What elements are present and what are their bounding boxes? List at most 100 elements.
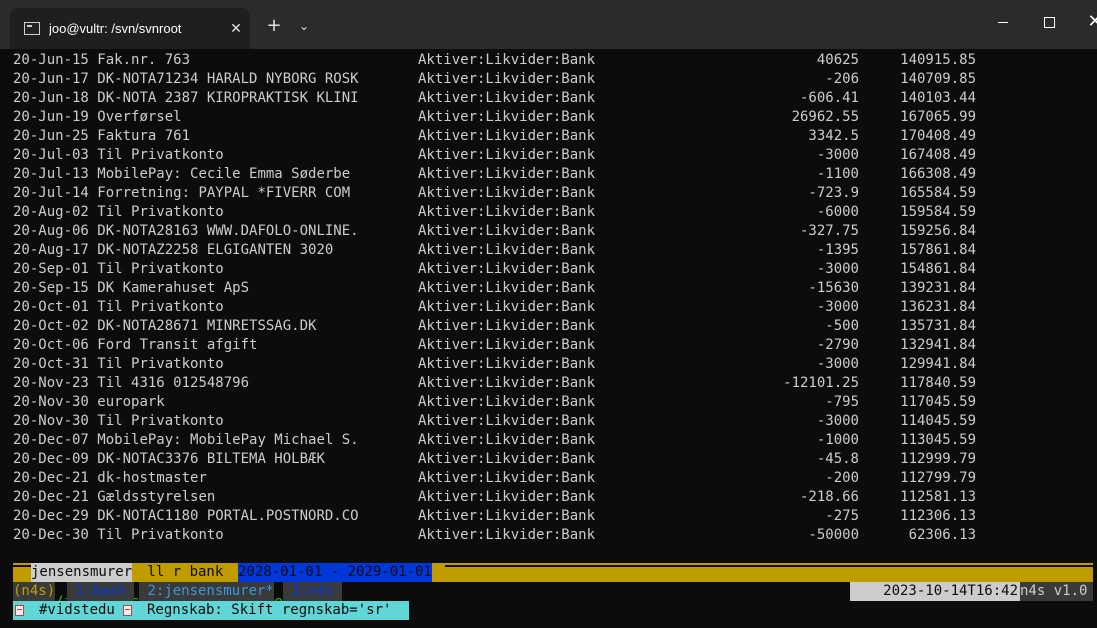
ledger-account: Aktiver:Likvider:Bank (418, 223, 596, 239)
ledger-description: Til 4316 012548796 (97, 375, 250, 391)
ledger-description: DK-NOTA28163 WWW.DAFOLO-ONLINE. (97, 223, 359, 239)
ledger-balance: 129941.84 (900, 356, 976, 372)
ledger-date-desc: 20-Oct-31 Til Privatkonto (13, 355, 224, 374)
maximize-button[interactable] (1026, 6, 1072, 38)
ledger-date-desc: 20-Jun-17 DK-NOTA71234 HARALD NYBORG ROS… (13, 70, 359, 89)
chevron-down-icon[interactable]: ⌄ (294, 14, 314, 38)
ledger-date: 20-Jul-03 (13, 147, 89, 163)
ledger-date: 20-Jun-15 (13, 52, 89, 68)
ledger-description: dk-hostmaster (97, 470, 207, 486)
ledger-date-desc: 20-Aug-06 DK-NOTA28163 WWW.DAFOLO-ONLINE… (13, 222, 359, 241)
ledger-amount: 26962.55 (791, 109, 859, 125)
ledger-amount: -45.8 (816, 451, 859, 467)
ledger-account: Aktiver:Likvider:Bank (418, 375, 596, 391)
ledger-amount: -3000 (816, 261, 859, 277)
ledger-amount: -6000 (816, 204, 859, 220)
ledger-account: Aktiver:Likvider:Bank (418, 356, 596, 372)
ledger-date: 20-Oct-02 (13, 318, 89, 334)
status-datetime: 2023-10-14T16:42 (850, 582, 1020, 601)
ledger-balance: 112799.79 (900, 470, 976, 486)
ledger-date: 20-Aug-17 (13, 242, 89, 258)
ledger-date-desc: 20-Dec-21 Gældsstyrelsen (13, 488, 215, 507)
ledger-date: 20-Dec-09 (13, 451, 89, 467)
ledger-amount: -606.41 (799, 90, 859, 106)
ledger-account: Aktiver:Likvider:Bank (418, 261, 596, 277)
ledger-date: 20-Dec-07 (13, 432, 89, 448)
ledger-amount: -3000 (816, 147, 859, 163)
ledger-date: 20-Nov-23 (13, 375, 89, 391)
ledger-date-desc: 20-Oct-06 Ford Transit afgift (13, 336, 257, 355)
tmux-window-2[interactable]: 2:jensensmurer* (139, 582, 274, 601)
ledger-account: Aktiver:Likvider:Bank (418, 432, 596, 448)
ledger-balance: 170408.49 (900, 128, 976, 144)
ledger-balance: 154861.84 (900, 261, 976, 277)
ledger-balance: 165584.59 (900, 185, 976, 201)
ledger-description: Til Privatkonto (97, 204, 224, 220)
ledger-date: 20-Nov-30 (13, 394, 89, 410)
close-window-button[interactable]: ✕ (1072, 6, 1097, 38)
ledger-account: Aktiver:Likvider:Bank (418, 128, 596, 144)
ledger-description: DK Kamerahuset ApS (97, 280, 250, 296)
ledger-date-desc: 20-Jun-15 Fak.nr. 763 (13, 51, 190, 70)
ledger-description: DK-NOTAC3376 BILTEMA HOLBÆK (97, 451, 325, 467)
minimize-button[interactable] (980, 6, 1026, 38)
ledger-description: europark (97, 394, 165, 410)
ledger-amount: -3000 (816, 356, 859, 372)
ledger-amount: -218.66 (799, 489, 859, 505)
ledger-amount: -15630 (808, 280, 859, 296)
ledger-date-desc: 20-Dec-09 DK-NOTAC3376 BILTEMA HOLBÆK (13, 450, 325, 469)
terminal-tab[interactable]: joo@vultr: /svn/svnroot ✕ (10, 8, 250, 49)
ledger-date: 20-Oct-06 (13, 337, 89, 353)
ledger-description: DK-NOTAC1180 PORTAL.POSTNORD.CO (97, 508, 359, 524)
ledger-amount: -2790 (816, 337, 859, 353)
ledger-date-desc: 20-Jul-13 MobilePay: Cecile Emma Søderbe (13, 165, 350, 184)
ledger-balance: 112581.13 (900, 489, 976, 505)
ledger-balance: 167065.99 (900, 109, 976, 125)
tab-close-icon[interactable]: ✕ (229, 21, 243, 37)
ledger-account: Aktiver:Likvider:Bank (418, 413, 596, 429)
ledger-amount: -3000 (816, 299, 859, 315)
ledger-balance: 117840.59 (900, 375, 976, 391)
ledger-account: Aktiver:Likvider:Bank (418, 242, 596, 258)
ledger-account: Aktiver:Likvider:Bank (418, 90, 596, 106)
title-bar: joo@vultr: /svn/svnroot ✕ + ⌄ ✕ (0, 0, 1097, 49)
ledger-account: Aktiver:Likvider:Bank (418, 299, 596, 315)
ledger-date: 20-Sep-01 (13, 261, 89, 277)
ledger-balance: 135731.84 (900, 318, 976, 334)
ledger-date: 20-Aug-02 (13, 204, 89, 220)
ledger-description: Til Privatkonto (97, 147, 224, 163)
ledger-date-desc: 20-Dec-07 MobilePay: MobilePay Michael S… (13, 431, 359, 450)
ledger-date-desc: 20-Sep-15 DK Kamerahuset ApS (13, 279, 249, 298)
terminal-icon (24, 22, 40, 35)
ledger-account: Aktiver:Likvider:Bank (418, 527, 596, 543)
ledger-description: DK-NOTA28671 MINRETSSAG.DK (97, 318, 317, 334)
status-divider (445, 565, 1093, 567)
ledger-balance: 159256.84 (900, 223, 976, 239)
ledger-date: 20-Jun-25 (13, 128, 89, 144)
ledger-balance: 112999.79 (900, 451, 976, 467)
ledger-account: Aktiver:Likvider:Bank (418, 147, 596, 163)
date-range: 2028-01-01 - 2029-01-01 (238, 563, 432, 582)
ledger-account: Aktiver:Likvider:Bank (418, 109, 596, 125)
ledger-description: Forretning: PAYPAL *FIVERR COM (97, 185, 351, 201)
ledger-amount: 40625 (816, 52, 859, 68)
ledger-description: Gældsstyrelsen (97, 489, 216, 505)
ledger-description: Til Privatkonto (97, 356, 224, 372)
tmux-window-1[interactable]: 1:bash (67, 582, 135, 601)
ledger-description: Overførsel (97, 109, 182, 125)
ledger-balance: 140709.85 (900, 71, 976, 87)
ledger-amount: -1100 (816, 166, 859, 182)
tab-title: joo@vultr: /svn/svnroot (49, 21, 182, 36)
new-tab-button[interactable]: + (262, 14, 286, 38)
tmux-window-3[interactable]: 3:n4s- (283, 582, 343, 601)
session-name: jensensmurer (31, 563, 133, 582)
status-bar-top: jensensmurer ll r bank 2028-01-01 - 2029… (13, 563, 1093, 582)
ledger-description: Til Privatkonto (97, 299, 224, 315)
ledger-description: DK-NOTA71234 HARALD NYBORG ROSK (97, 71, 359, 87)
ledger-date-desc: 20-Jun-18 DK-NOTA 2387 KIROPRAKTISK KLIN… (13, 89, 359, 108)
ledger-date-desc: 20-Dec-21 dk-hostmaster (13, 469, 207, 488)
ledger-date: 20-Sep-15 (13, 280, 89, 296)
terminal-output[interactable]: 20-Jun-15 Fak.nr. 763 Aktiver:Likvider:Ba… (0, 49, 1097, 628)
ledger-account: Aktiver:Likvider:Bank (418, 318, 596, 334)
ledger-description: MobilePay: MobilePay Michael S. (97, 432, 359, 448)
